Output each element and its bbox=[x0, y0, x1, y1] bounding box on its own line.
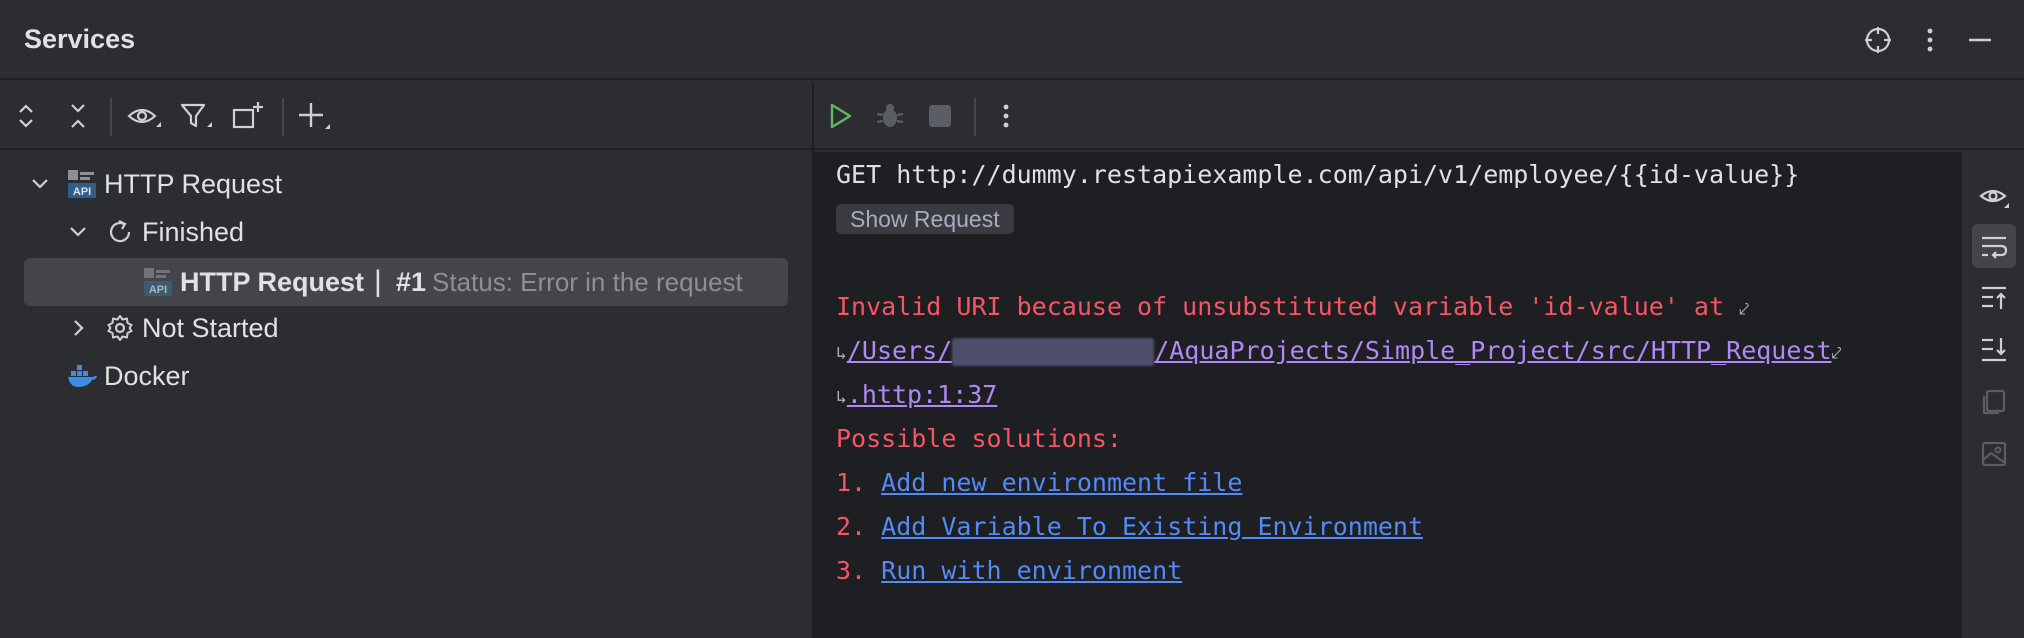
more-vertical-icon[interactable] bbox=[1912, 22, 1948, 58]
image-icon bbox=[1972, 432, 2016, 476]
api-icon: API bbox=[66, 168, 98, 200]
run-toolbar bbox=[814, 82, 2024, 150]
svg-text:API: API bbox=[149, 284, 167, 296]
scroll-to-top-icon[interactable] bbox=[1972, 276, 2016, 320]
run-with-environment-link[interactable]: Run with environment bbox=[881, 556, 1182, 585]
tree-item-label: Finished bbox=[142, 217, 245, 247]
services-header: Services bbox=[0, 0, 2024, 80]
new-group-icon[interactable] bbox=[230, 98, 266, 134]
soft-wrap-marker-icon: ⤦ bbox=[1831, 343, 1842, 364]
view-options-icon[interactable] bbox=[126, 98, 162, 134]
console-side-toolbar bbox=[1960, 152, 2024, 638]
solution-item: 3. Run with environment bbox=[836, 556, 1182, 585]
chevron-right-icon[interactable] bbox=[65, 315, 91, 341]
error-path-end-line: ↳.http:1:37 bbox=[836, 380, 997, 409]
toolbar-separator bbox=[110, 98, 112, 136]
show-request-button[interactable]: Show Request bbox=[836, 204, 1014, 234]
tree-item-label: HTTP Request bbox=[180, 267, 365, 297]
tree-item-label: HTTP Request bbox=[104, 169, 283, 199]
path-prefix: /Users/ bbox=[846, 336, 953, 365]
tree-item-http-request-run[interactable]: API HTTP Request | #1 Status: Error in t… bbox=[0, 256, 812, 306]
redacted-username bbox=[952, 338, 1155, 366]
solution-item: 2. Add Variable To Existing Environment bbox=[836, 512, 1423, 541]
file-path-link-end[interactable]: .http:1:37 bbox=[847, 380, 998, 409]
soft-wrap-marker-icon: ⤦ bbox=[1739, 299, 1750, 320]
crosshair-icon[interactable] bbox=[1860, 22, 1896, 58]
soft-wrap-marker-icon: ↳ bbox=[836, 387, 847, 408]
separator-bar: | bbox=[374, 265, 382, 298]
services-tree: API HTTP Request Finished API HTTP Reque… bbox=[0, 152, 812, 638]
run-icon[interactable] bbox=[822, 98, 858, 134]
path-suffix: /AquaProjects/Simple_Project/src/HTTP_Re… bbox=[1154, 336, 1832, 365]
filter-icon[interactable] bbox=[178, 98, 214, 134]
collapse-all-icon[interactable] bbox=[60, 98, 96, 134]
refresh-icon bbox=[104, 216, 136, 248]
tree-item-finished[interactable]: Finished bbox=[0, 208, 812, 256]
run-number: #1 bbox=[396, 267, 427, 297]
add-environment-file-link[interactable]: Add new environment file bbox=[881, 468, 1242, 497]
stop-icon bbox=[922, 98, 958, 134]
toolbar-separator bbox=[282, 98, 284, 136]
tree-item-http-request[interactable]: API HTTP Request bbox=[0, 160, 812, 208]
solutions-header: Possible solutions: bbox=[836, 424, 1122, 453]
solution-number: 3. bbox=[836, 556, 867, 585]
soft-wrap-icon[interactable] bbox=[1972, 224, 2016, 268]
tree-item-label: Docker bbox=[104, 361, 190, 391]
console-output[interactable]: GET http://dummy.restapiexample.com/api/… bbox=[814, 152, 1960, 638]
svg-text:API: API bbox=[73, 186, 91, 198]
solution-number: 2. bbox=[836, 512, 867, 541]
error-text: Invalid URI because of unsubstituted var… bbox=[836, 292, 1725, 321]
scroll-to-end-icon[interactable] bbox=[1972, 328, 2016, 372]
chevron-down-icon[interactable] bbox=[27, 171, 53, 197]
file-path-link[interactable]: /Users/ /AquaProjects/Simple_Project/src/… bbox=[846, 336, 1832, 366]
view-icon[interactable] bbox=[1972, 174, 2016, 218]
services-toolbar bbox=[0, 82, 812, 150]
copy-icon bbox=[1972, 380, 2016, 424]
toolbar-separator bbox=[974, 98, 976, 136]
add-variable-link[interactable]: Add Variable To Existing Environment bbox=[881, 512, 1423, 541]
add-service-icon[interactable] bbox=[296, 98, 332, 134]
docker-icon bbox=[66, 360, 98, 392]
request-line: GET http://dummy.restapiexample.com/api/… bbox=[836, 160, 1800, 189]
solution-item: 1. Add new environment file bbox=[836, 468, 1242, 497]
chevron-down-icon[interactable] bbox=[65, 219, 91, 245]
minimize-icon[interactable] bbox=[1962, 22, 1998, 58]
soft-wrap-marker-icon: ↳ bbox=[836, 343, 847, 364]
solution-number: 1. bbox=[836, 468, 867, 497]
error-line: Invalid URI because of unsubstituted var… bbox=[836, 292, 1749, 321]
tree-item-docker[interactable]: Docker bbox=[0, 352, 812, 400]
gear-icon bbox=[104, 312, 136, 344]
status-text: Status: Error in the request bbox=[432, 267, 743, 297]
panel-title: Services bbox=[24, 24, 136, 54]
error-path-line: ↳/Users/ /AquaProjects/Simple_Project/src… bbox=[836, 336, 1842, 366]
tree-item-label: Not Started bbox=[142, 313, 279, 343]
tree-item-not-started[interactable]: Not Started bbox=[0, 304, 812, 352]
api-icon: API bbox=[142, 266, 174, 298]
expand-all-icon[interactable] bbox=[8, 98, 44, 134]
more-vertical-icon[interactable] bbox=[988, 98, 1024, 134]
debug-icon bbox=[872, 98, 908, 134]
